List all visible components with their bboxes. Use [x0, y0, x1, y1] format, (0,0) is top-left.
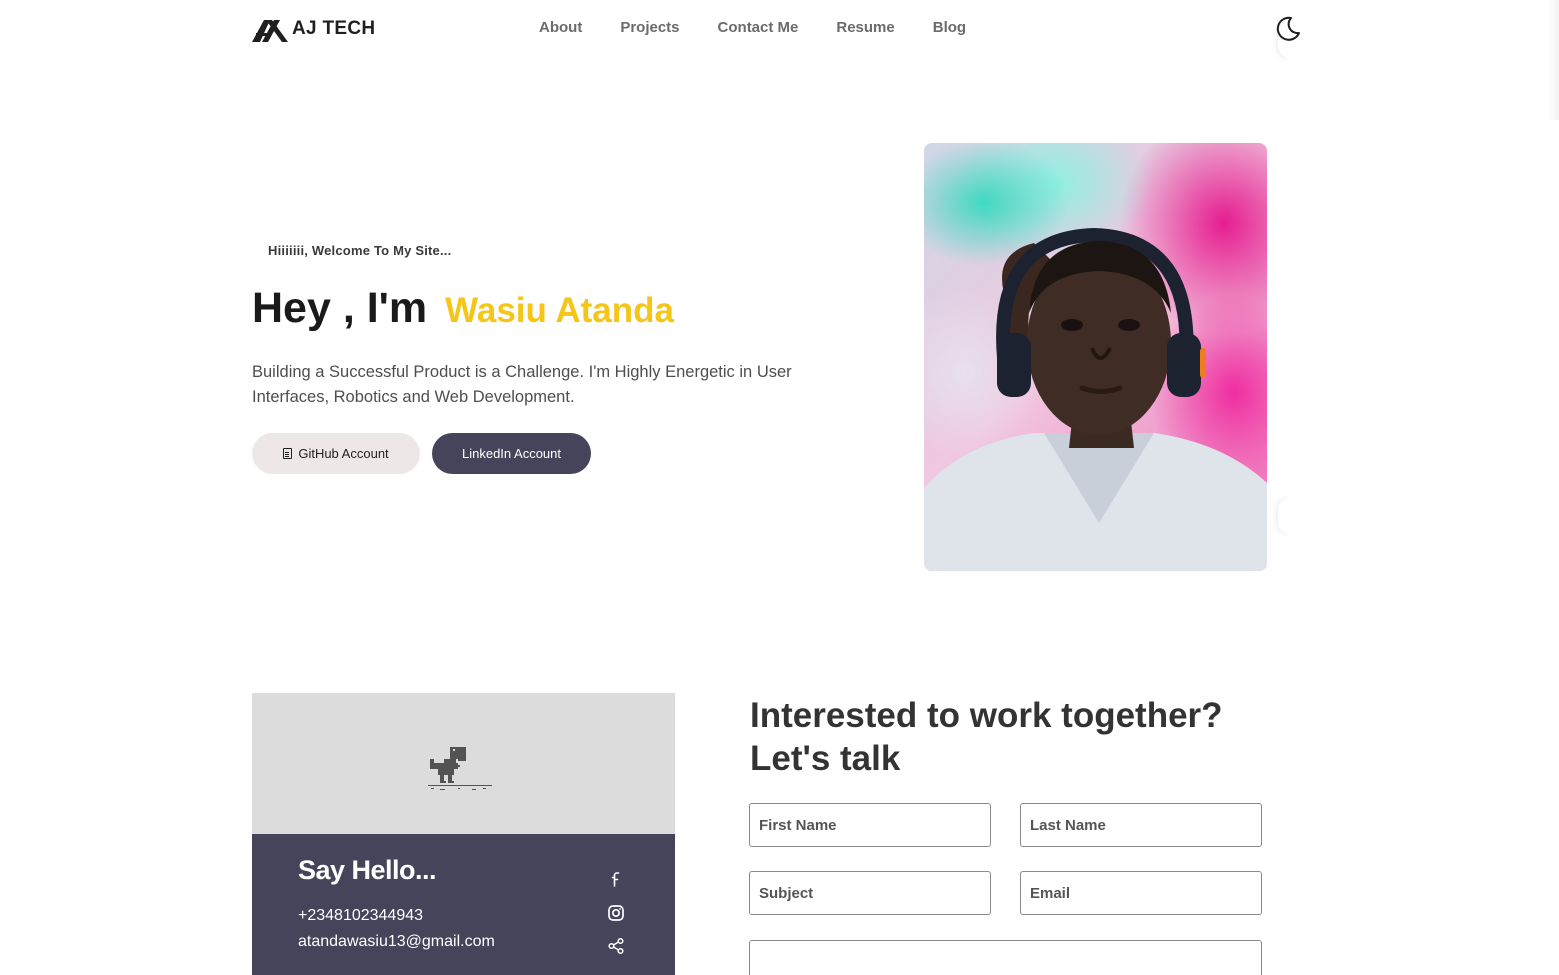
contact-email: atandawasiu13@gmail.com [298, 933, 495, 950]
say-hello-title: Say Hello... [298, 855, 437, 885]
contact-phone: +2348102344943 [298, 907, 424, 924]
linkedin-button-label: LinkedIn Account [461, 446, 562, 461]
github-account-button[interactable]: GitHub Account [252, 433, 420, 474]
contact-info-panel: Say Hello... +2348102344943 atandawasiu1… [252, 834, 675, 975]
theme-toggle-button[interactable] [1272, 14, 1302, 44]
hero-description: Building a Successful Product is a Chall… [252, 363, 792, 406]
hero-greeting: Hey , I'm [252, 284, 428, 332]
nav-link-projects[interactable]: Projects [620, 19, 679, 36]
moon-icon [1276, 16, 1300, 41]
form-title: Interested to work together? Let's talk [750, 696, 1223, 778]
nav-link-resume[interactable]: Resume [836, 19, 894, 36]
email-field[interactable] [1020, 871, 1262, 915]
facebook-icon [611, 872, 620, 887]
github-button-label: GitHub Account [298, 446, 389, 461]
portrait-figure [924, 227, 1267, 571]
nav-link-about[interactable]: About [539, 19, 582, 36]
subject-field[interactable] [749, 871, 991, 915]
linkedin-account-button[interactable]: LinkedIn Account [432, 433, 591, 474]
contact-card: Say Hello... +2348102344943 atandawasiu1… [252, 693, 675, 975]
hero-name: Wasiu Atanda [445, 291, 674, 330]
nav-links: About Projects Contact Me Resume Blog [539, 19, 966, 36]
last-name-field[interactable] [1020, 803, 1262, 847]
brand-name: AJ TECH [292, 18, 376, 39]
share-icon [608, 937, 624, 955]
edge-tab-middle [1278, 498, 1290, 534]
profile-photo [924, 143, 1267, 571]
facebook-link[interactable] [606, 869, 626, 889]
page-edge [1286, 0, 1559, 600]
instagram-link[interactable] [606, 903, 626, 923]
first-name-field[interactable] [749, 803, 991, 847]
nav-link-blog[interactable]: Blog [933, 19, 966, 36]
aj-logo-icon [252, 20, 288, 42]
scroll-edge [1548, 0, 1559, 120]
brand-logo[interactable]: AJ TECH [252, 15, 375, 43]
message-field[interactable] [749, 940, 1262, 975]
dino-icon [428, 747, 492, 790]
welcome-text: Hiiiiiii, Welcome To My Site... [268, 243, 452, 258]
nav-link-contact[interactable]: Contact Me [718, 19, 799, 36]
instagram-icon [608, 905, 624, 921]
document-icon [283, 448, 293, 459]
share-link[interactable] [606, 936, 626, 956]
hero-title: Hey , I'm Wasiu Atanda [252, 284, 674, 333]
